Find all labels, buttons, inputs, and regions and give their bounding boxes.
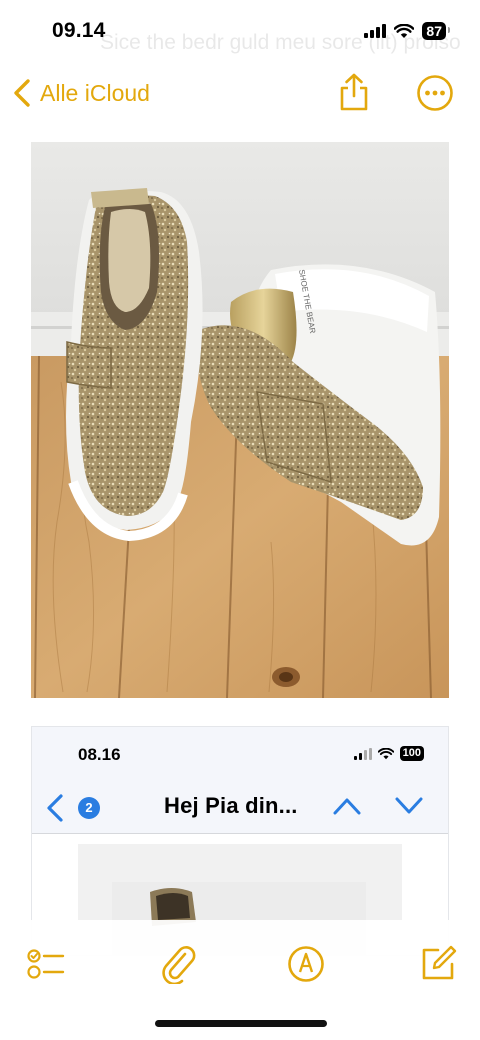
compose-icon	[422, 945, 457, 980]
markup-icon	[288, 946, 324, 982]
screenshot-battery-icon: 100	[399, 746, 424, 761]
share-button[interactable]	[336, 72, 372, 112]
battery-icon: 87	[422, 22, 450, 40]
screenshot-chevron-left-icon	[47, 794, 63, 822]
wifi-icon	[394, 23, 415, 38]
share-icon	[340, 73, 368, 111]
screenshot-chevron-down-icon	[395, 797, 423, 814]
screenshot-status-icons: 100	[353, 746, 424, 761]
note-photo[interactable]: SHOE THE BEAR	[31, 142, 449, 698]
more-button[interactable]	[416, 74, 454, 112]
screenshot-mail-nav: 2 Hej Pia din...	[32, 781, 448, 833]
signal-icon	[364, 24, 387, 38]
back-button[interactable]: Alle iCloud	[12, 76, 150, 110]
screenshot-unread-badge: 2	[78, 797, 100, 819]
status-bar: 09.14 87	[0, 0, 480, 60]
screenshot-signal-icon	[353, 747, 372, 760]
status-icons: 87	[364, 22, 450, 40]
checklist-button[interactable]	[26, 944, 66, 984]
screenshot-mail-title: Hej Pia din...	[164, 793, 298, 818]
back-button-label: Alle iCloud	[40, 79, 150, 106]
chevron-left-icon	[14, 79, 30, 107]
checklist-icon	[27, 949, 65, 979]
screenshot-chevron-up-icon	[333, 798, 361, 815]
attachment-button[interactable]	[158, 944, 198, 986]
compose-button[interactable]	[418, 944, 458, 984]
markup-button[interactable]	[286, 944, 326, 984]
screenshot-status-time: 08.16	[78, 745, 121, 764]
attachment-icon	[162, 946, 196, 986]
status-time: 09.14	[52, 19, 106, 42]
more-icon	[417, 75, 453, 111]
bottom-toolbar	[0, 920, 480, 1040]
sneakers-photo: SHOE THE BEAR	[31, 142, 449, 698]
home-indicator[interactable]	[155, 1020, 327, 1027]
screenshot-wifi-icon	[377, 747, 394, 759]
